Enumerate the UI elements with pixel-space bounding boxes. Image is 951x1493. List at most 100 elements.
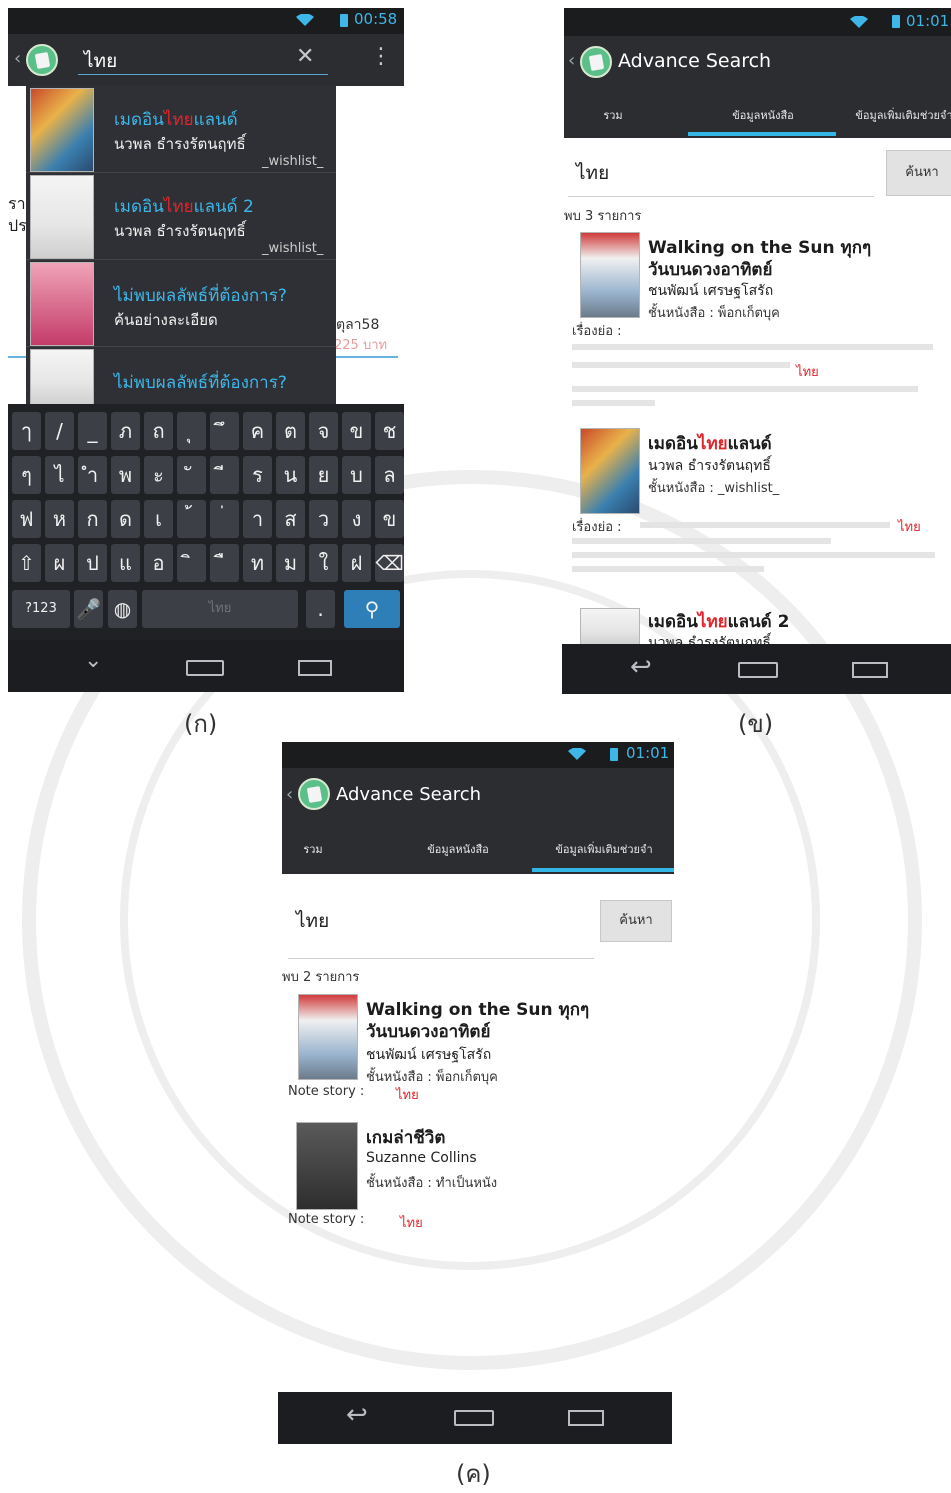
tab-notes[interactable]: ข้อมูลเพิ่มเติมช่วยจำ — [536, 840, 672, 858]
keyboard-key[interactable]: ุ — [177, 412, 206, 450]
home-nav-icon[interactable] — [186, 660, 224, 676]
keyboard-key[interactable]: เ — [144, 500, 173, 538]
keyboard-key[interactable]: ภ — [111, 412, 140, 450]
tab-book-info[interactable]: ข้อมูลหนังสือ — [402, 840, 514, 858]
keyboard-key[interactable]: ก — [78, 500, 107, 538]
keyboard-key[interactable]: ิ — [177, 544, 206, 582]
keyboard-key[interactable]: ๆ — [12, 456, 41, 494]
back-chevron-icon[interactable]: ‹ — [568, 50, 575, 71]
globe-icon[interactable]: ◍ — [108, 590, 137, 628]
home-nav-icon[interactable] — [454, 1410, 494, 1426]
suggestion-item[interactable]: เมดอินไทยแลนด์ นวพล ธำรงรัตนฤทธิ์ _wishl… — [26, 86, 336, 173]
app-icon[interactable] — [580, 46, 612, 78]
keyboard-key[interactable]: ย — [309, 456, 338, 494]
bg-date: ตุลา58 — [336, 317, 380, 333]
recents-nav-icon[interactable] — [852, 662, 888, 678]
keyboard-key[interactable]: ำ — [78, 456, 107, 494]
keyboard-key[interactable]: ฝ — [342, 544, 371, 582]
app-icon[interactable] — [26, 44, 58, 76]
result-title[interactable]: เมดอินไทยแลนด์ — [648, 430, 772, 457]
keyboard-key[interactable]: ท — [243, 544, 272, 582]
search-field[interactable]: ไทย — [576, 158, 609, 188]
keyboard-key[interactable]: ื — [210, 544, 239, 582]
keyboard-key[interactable]: ี — [210, 456, 239, 494]
period-key[interactable]: . — [306, 590, 335, 628]
search-field-underline — [288, 958, 594, 959]
suggestion-item[interactable]: ไม่พบผลลัพธ์ที่ต้องการ? — [26, 347, 336, 406]
keyboard-key[interactable]: ๅ — [12, 412, 41, 450]
keyboard-key[interactable]: _ — [78, 412, 107, 450]
back-chevron-icon[interactable]: ‹ — [286, 784, 293, 805]
page-title: Advance Search — [336, 784, 482, 805]
keyboard-key[interactable]: ใ — [309, 544, 338, 582]
keyboard-key[interactable]: แ — [111, 544, 140, 582]
keyboard-key[interactable]: ง — [342, 500, 371, 538]
keyboard-key[interactable]: ค — [243, 412, 272, 450]
result-author: นวพล ธำรงรัตนฤทธิ์ — [648, 458, 771, 474]
search-field[interactable]: ไทย — [296, 906, 329, 936]
keyboard-key[interactable]: พ — [111, 456, 140, 494]
status-time: 01:01 — [626, 744, 670, 762]
keyboard-key[interactable]: ด — [111, 500, 140, 538]
overflow-menu-icon[interactable]: ⋮ — [370, 44, 392, 69]
story-snippet — [572, 534, 942, 576]
keyboard-key[interactable]: อ — [144, 544, 173, 582]
search-button[interactable]: ค้นหา — [886, 150, 951, 196]
keyboard-key[interactable]: ไ — [45, 456, 74, 494]
suggestion-item[interactable]: ไม่พบผลลัพธ์ที่ต้องการ? ค้นอย่างละเอียด — [26, 260, 336, 347]
keyboard-key[interactable]: า — [243, 500, 272, 538]
keyboard-key[interactable]: / — [45, 412, 74, 450]
suggestion-item[interactable]: เมดอินไทยแลนด์ 2 นวพล ธำรงรัตนฤทธิ์ _wis… — [26, 173, 336, 260]
keyboard-key[interactable]: ข — [342, 412, 371, 450]
back-chevron-icon[interactable]: ‹ — [14, 48, 21, 69]
result-title-line2[interactable]: วันบนดวงอาทิตย์ — [648, 256, 772, 283]
keyboard-key[interactable]: ่ — [210, 500, 239, 538]
key-symbols[interactable]: ?123 — [12, 590, 70, 628]
keyboard-key[interactable]: จ — [309, 412, 338, 450]
keyboard-key[interactable]: ร — [243, 456, 272, 494]
tab-all[interactable]: รวม — [578, 106, 648, 124]
keyboard-key[interactable]: ส — [276, 500, 305, 538]
home-nav-icon[interactable] — [738, 662, 778, 678]
keyboard-key[interactable]: ห — [45, 500, 74, 538]
keyboard-key[interactable]: ⌫ — [375, 544, 404, 582]
tab-book-info[interactable]: ข้อมูลหนังสือ — [688, 106, 838, 124]
keyboard-key[interactable]: ล — [375, 456, 404, 494]
keyboard-key[interactable]: ⇧ — [12, 544, 41, 582]
battery-icon — [610, 748, 618, 761]
back-nav-icon[interactable]: ↩ — [346, 1400, 368, 1430]
keyboard-key[interactable]: น — [276, 456, 305, 494]
keyboard-key[interactable]: ข — [375, 500, 404, 538]
keyboard-key[interactable]: ป — [78, 544, 107, 582]
keyboard-key[interactable]: ถ — [144, 412, 173, 450]
keyboard-key[interactable]: ะ — [144, 456, 173, 494]
mic-icon[interactable]: 🎤 — [74, 590, 103, 628]
recents-nav-icon[interactable] — [568, 1410, 604, 1426]
search-key-icon[interactable]: ⚲ — [344, 590, 400, 628]
keyboard-key[interactable]: ม — [276, 544, 305, 582]
keyboard-key[interactable]: ต — [276, 412, 305, 450]
tab-all[interactable]: รวม — [288, 840, 338, 858]
keyboard-key[interactable]: ึ — [210, 412, 239, 450]
keyboard-key[interactable]: ช — [375, 412, 404, 450]
app-icon[interactable] — [298, 778, 330, 810]
clear-icon[interactable]: ✕ — [296, 44, 314, 69]
story-highlight: ไทย — [796, 365, 819, 380]
result-title[interactable]: เกมล่าชีวิต — [366, 1124, 445, 1151]
recents-nav-icon[interactable] — [298, 660, 332, 676]
keyboard-key[interactable]: ว — [309, 500, 338, 538]
result-title[interactable]: เมดอินไทยแลนด์ 2 — [648, 608, 789, 635]
result-title-line2[interactable]: วันบนดวงอาทิตย์ — [366, 1018, 490, 1045]
back-nav-icon[interactable]: ↩ — [630, 652, 652, 682]
search-button[interactable]: ค้นหา — [600, 900, 672, 942]
keyboard-key[interactable]: ้ — [177, 500, 206, 538]
hide-keyboard-icon[interactable]: ⌄ — [84, 648, 102, 673]
result-author: Suzanne Collins — [366, 1150, 477, 1166]
tab-notes[interactable]: ข้อมูลเพิ่มเติมช่วยจำ — [844, 106, 951, 124]
keyboard-key[interactable]: ฟ — [12, 500, 41, 538]
keyboard-key[interactable]: ผ — [45, 544, 74, 582]
keyboard-key[interactable]: บ — [342, 456, 371, 494]
search-input[interactable]: ไทย — [84, 46, 117, 76]
keyboard-key[interactable]: ั — [177, 456, 206, 494]
space-key[interactable]: ไทย — [142, 590, 298, 628]
